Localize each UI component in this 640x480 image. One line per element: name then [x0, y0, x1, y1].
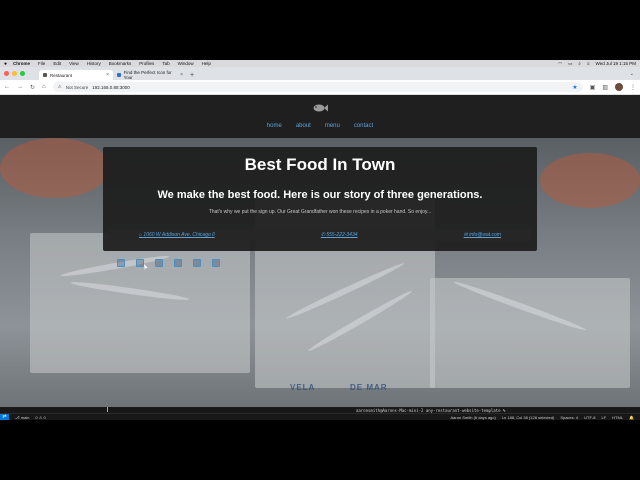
not-secure-icon[interactable]: ⚠	[58, 84, 62, 90]
home-icon[interactable]: ⌂	[42, 84, 46, 90]
menu-chrome[interactable]: Chrome	[13, 61, 30, 66]
language-mode-status[interactable]: HTML	[612, 415, 623, 420]
hero-title: Best Food In Town	[244, 155, 396, 174]
web-page: VELA DE MAR home about menu contact Best…	[0, 95, 640, 407]
battery-icon[interactable]: ▭	[568, 61, 572, 67]
camera-icon[interactable]	[155, 259, 163, 267]
hero-tagline: That's why we put the sign up. Our Great…	[208, 209, 432, 215]
extensions-icon[interactable]: ▣	[590, 84, 596, 91]
calculator-icon[interactable]	[136, 259, 144, 267]
cursor-position-status[interactable]: Ln 188, Col 38 (128 selected)	[502, 415, 554, 420]
branch-name: main	[20, 414, 30, 420]
menu-history[interactable]: History	[87, 61, 101, 66]
side-panel-icon[interactable]: ▥	[602, 84, 608, 91]
reload-icon[interactable]: ↻	[30, 84, 35, 91]
control-center-icon[interactable]: ≡	[587, 61, 590, 66]
menu-edit[interactable]: Edit	[53, 61, 61, 66]
address-link[interactable]: ⌂ 1060 W Addison Ave, Chicago Il	[139, 232, 215, 238]
menu-file[interactable]: File	[38, 61, 45, 66]
nav-about-link[interactable]: about	[296, 123, 311, 129]
site-header: home about menu contact	[0, 95, 640, 138]
forward-icon[interactable]: →	[17, 84, 23, 90]
menu-tab[interactable]: Tab	[162, 61, 169, 66]
indentation-status[interactable]: Spaces: 4	[560, 415, 578, 420]
macos-menubar: ● Chrome File Edit View History Bookmark…	[0, 60, 640, 67]
menubar-status-area: ◠ ▭ ⌕ ≡ Wed Jul 19 1:15 PM	[558, 61, 636, 67]
fish-logo-icon[interactable]	[312, 103, 328, 113]
site-nav: home about menu contact	[0, 123, 640, 129]
tab-find-icon[interactable]: Find the Perfect Icon for Your ×	[113, 70, 187, 80]
browser-toolbar: ← → ↻ ⌂ ⚠ Not Secure 192.168.0.88:3000 ★…	[0, 80, 640, 95]
menu-help[interactable]: Help	[202, 61, 211, 66]
menu-view[interactable]: View	[69, 61, 79, 66]
search-icon[interactable]: ⌕	[578, 61, 581, 66]
sitemap-icon[interactable]	[193, 259, 201, 267]
apple-icon[interactable]: ●	[4, 61, 7, 67]
back-icon[interactable]: ←	[4, 84, 10, 90]
new-tab-icon[interactable]: +	[190, 72, 194, 79]
crate-label: VELA	[290, 383, 316, 392]
maximize-window-button[interactable]	[20, 71, 25, 76]
instagram-icon[interactable]	[174, 259, 182, 267]
window-controls	[4, 67, 25, 80]
browser-tab-strip: Restaurant × Find the Perfect Icon for Y…	[0, 67, 640, 80]
menu-profiles[interactable]: Profiles	[139, 61, 154, 66]
menu-bookmarks[interactable]: Bookmarks	[109, 61, 132, 66]
menu-window[interactable]: Window	[178, 61, 194, 66]
email-text: info@wat.com	[469, 232, 501, 238]
tab-label: Find the Perfect Icon for Your	[123, 70, 172, 80]
email-link[interactable]: ✉ info@wat.com	[464, 232, 501, 238]
tab-label: Restaurant	[50, 72, 73, 78]
vscode-status-bar: ⇌ ⎇ main 0 ⚠ 0 Aaron Smith (6 days ago) …	[0, 413, 640, 421]
phone-link[interactable]: ✆ 555-222-3434	[321, 232, 358, 238]
red-fish-shape	[0, 138, 110, 198]
red-fish-shape	[540, 153, 640, 208]
wifi-icon[interactable]: ◠	[558, 61, 562, 67]
nav-home-link[interactable]: home	[267, 123, 282, 129]
contact-bar: ⌂ 1060 W Addison Ave, Chicago Il ✆ 555-2…	[109, 229, 531, 241]
close-window-button[interactable]	[4, 71, 9, 76]
nav-menu-link[interactable]: menu	[325, 123, 340, 129]
close-tab-icon[interactable]: ×	[180, 72, 183, 78]
phone-text: 555-222-3434	[326, 232, 358, 238]
address-bar[interactable]: ⚠ Not Secure 192.168.0.88:3000 ★	[52, 82, 583, 92]
icon-row	[117, 259, 220, 267]
eol-status[interactable]: LF	[601, 415, 606, 420]
crate-label: DE MAR	[350, 383, 388, 392]
notifications-bell-icon[interactable]: 🔔	[629, 415, 634, 420]
tab-search-chevron-icon[interactable]: ⌄	[630, 71, 634, 77]
list-icon[interactable]	[212, 259, 220, 267]
crate-shape	[30, 233, 250, 373]
crate-shape	[430, 278, 630, 388]
square-icon[interactable]	[117, 259, 125, 267]
page-favicon-icon	[43, 73, 47, 77]
letterbox-bottom	[0, 420, 640, 480]
terminal-cursor	[107, 407, 108, 412]
git-branch-status[interactable]: ⎇ main	[15, 415, 29, 420]
address-text: 1060 W Addison Ave, Chicago Il	[143, 232, 215, 238]
hero-panel: Best Food In Town We make the best food.…	[103, 147, 537, 251]
url-text[interactable]: 192.168.0.88:3000	[92, 85, 130, 90]
menubar-clock[interactable]: Wed Jul 19 1:15 PM	[596, 61, 636, 66]
minimize-window-button[interactable]	[12, 71, 17, 76]
close-tab-icon[interactable]: ×	[106, 72, 109, 78]
nav-contact-link[interactable]: contact	[354, 123, 373, 129]
problems-status[interactable]: 0 ⚠ 0	[35, 415, 45, 420]
more-menu-icon[interactable]: ⋮	[630, 84, 636, 91]
encoding-status[interactable]: UTF-8	[584, 415, 595, 420]
security-label[interactable]: Not Secure	[66, 85, 89, 90]
bookmark-star-icon[interactable]: ★	[572, 84, 577, 91]
tab-restaurant[interactable]: Restaurant ×	[39, 70, 113, 80]
flag-favicon-icon	[117, 73, 121, 77]
hero-subtitle: We make the best food. Here is our story…	[157, 189, 483, 201]
profile-avatar[interactable]	[615, 83, 623, 91]
git-blame-status[interactable]: Aaron Smith (6 days ago)	[450, 415, 495, 420]
